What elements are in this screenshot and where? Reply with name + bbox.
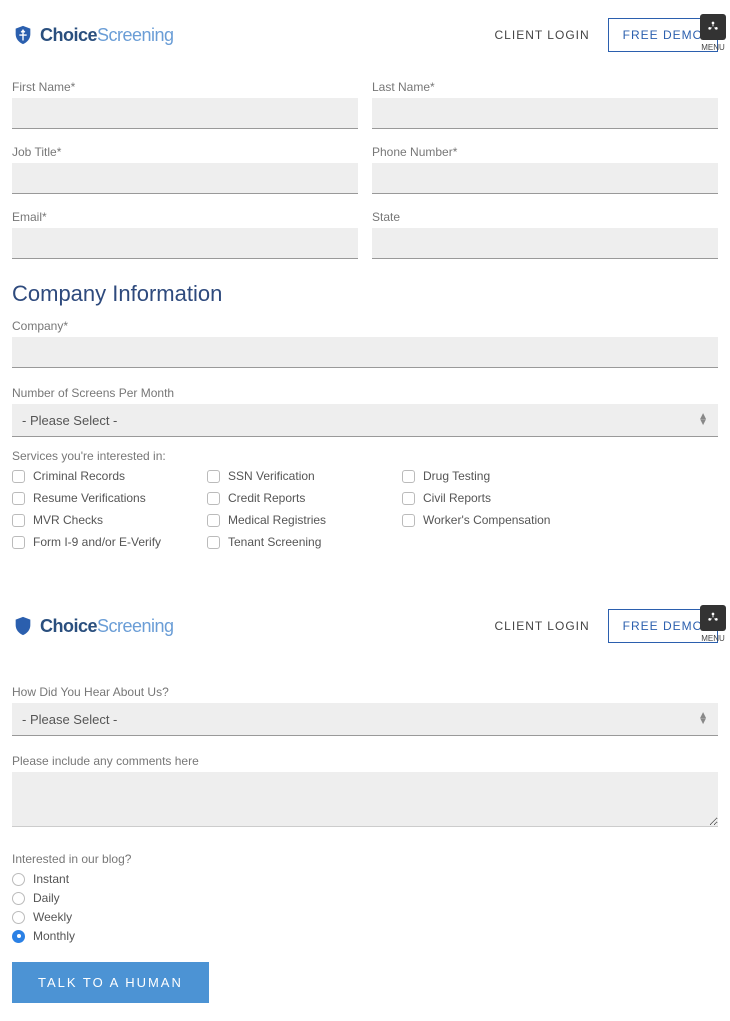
checkbox-tenant-screening[interactable]: Tenant Screening [207, 535, 402, 549]
checkbox-icon [207, 470, 220, 483]
radio-instant[interactable]: Instant [12, 872, 718, 886]
email-label: Email* [12, 210, 358, 224]
blog-interest-label: Interested in our blog? [12, 852, 718, 866]
checkbox-criminal-records[interactable]: Criminal Records [12, 469, 207, 483]
checkbox-icon [207, 514, 220, 527]
radio-monthly[interactable]: Monthly [12, 929, 718, 943]
checkbox-form-i9-everify[interactable]: Form I-9 and/or E-Verify [12, 535, 207, 549]
menu-icon [700, 605, 726, 631]
checkbox-workers-compensation[interactable]: Worker's Compensation [402, 513, 597, 527]
state-label: State [372, 210, 718, 224]
job-title-input[interactable] [12, 163, 358, 194]
phone-input[interactable] [372, 163, 718, 194]
checkbox-icon [402, 492, 415, 505]
first-name-label: First Name* [12, 80, 358, 94]
checkbox-icon [402, 514, 415, 527]
logo[interactable]: ChoiceScreening [12, 24, 174, 46]
screens-per-month-select[interactable]: - Please Select - [12, 404, 718, 437]
checkbox-credit-reports[interactable]: Credit Reports [207, 491, 402, 505]
menu-label: MENU [700, 43, 726, 52]
logo-text: ChoiceScreening [40, 616, 174, 637]
menu-label: MENU [700, 634, 726, 643]
screens-per-month-label: Number of Screens Per Month [12, 386, 718, 400]
job-title-label: Job Title* [12, 145, 358, 159]
talk-to-a-human-button[interactable]: TALK TO A HUMAN [12, 962, 209, 1003]
checkbox-drug-testing[interactable]: Drug Testing [402, 469, 597, 483]
site-header: ChoiceScreening CLIENT LOGIN FREE DEMO M… [0, 591, 730, 655]
radio-icon [12, 892, 25, 905]
shield-icon [12, 24, 34, 46]
company-label: Company* [12, 319, 718, 333]
comments-textarea[interactable] [12, 772, 718, 827]
client-login-link[interactable]: CLIENT LOGIN [495, 619, 590, 633]
radio-daily[interactable]: Daily [12, 891, 718, 905]
checkbox-mvr-checks[interactable]: MVR Checks [12, 513, 207, 527]
checkbox-icon [12, 470, 25, 483]
checkbox-icon [402, 470, 415, 483]
first-name-input[interactable] [12, 98, 358, 129]
checkbox-civil-reports[interactable]: Civil Reports [402, 491, 597, 505]
company-input[interactable] [12, 337, 718, 368]
state-input[interactable] [372, 228, 718, 259]
site-header: ChoiceScreening CLIENT LOGIN FREE DEMO [0, 0, 730, 64]
email-input[interactable] [12, 228, 358, 259]
menu-toggle[interactable]: MENU [700, 14, 726, 52]
radio-icon [12, 911, 25, 924]
services-label: Services you're interested in: [12, 449, 718, 463]
menu-toggle[interactable]: MENU [700, 605, 726, 643]
checkbox-icon [12, 536, 25, 549]
last-name-input[interactable] [372, 98, 718, 129]
checkbox-icon [207, 536, 220, 549]
how-did-you-hear-select[interactable]: - Please Select - [12, 703, 718, 736]
radio-icon [12, 873, 25, 886]
checkbox-ssn-verification[interactable]: SSN Verification [207, 469, 402, 483]
checkbox-resume-verifications[interactable]: Resume Verifications [12, 491, 207, 505]
checkbox-medical-registries[interactable]: Medical Registries [207, 513, 402, 527]
menu-icon [700, 14, 726, 40]
last-name-label: Last Name* [372, 80, 718, 94]
header-nav: CLIENT LOGIN FREE DEMO [495, 18, 718, 52]
checkbox-icon [12, 492, 25, 505]
shield-icon [12, 615, 34, 637]
phone-label: Phone Number* [372, 145, 718, 159]
logo[interactable]: ChoiceScreening [12, 615, 174, 637]
checkbox-icon [12, 514, 25, 527]
how-did-you-hear-label: How Did You Hear About Us? [12, 685, 718, 699]
comments-label: Please include any comments here [12, 754, 718, 768]
checkbox-icon [207, 492, 220, 505]
radio-icon [12, 930, 25, 943]
company-information-heading: Company Information [12, 281, 718, 307]
header-nav: CLIENT LOGIN FREE DEMO [495, 609, 718, 643]
client-login-link[interactable]: CLIENT LOGIN [495, 28, 590, 42]
logo-text: ChoiceScreening [40, 25, 174, 46]
radio-weekly[interactable]: Weekly [12, 910, 718, 924]
